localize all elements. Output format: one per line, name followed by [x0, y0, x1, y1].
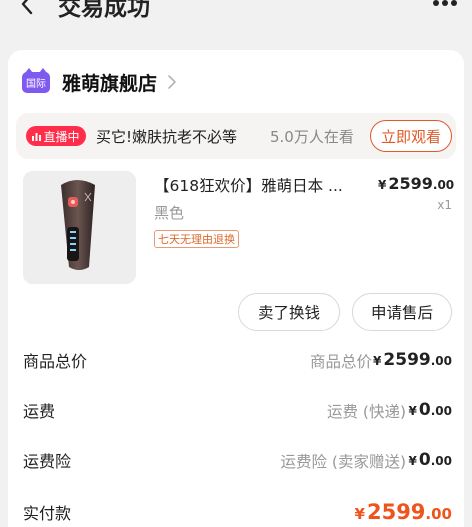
shipping-insurance-currency: ¥	[408, 454, 417, 468]
goods-total-sub: 商品总价	[309, 353, 372, 371]
page-title: 交易成功	[58, 0, 150, 21]
goods-total-currency: ¥	[373, 354, 382, 368]
paid-decimal: .00	[425, 505, 452, 523]
goods-total-decimal: .00	[430, 354, 452, 368]
shipping-insurance-sub: 运费险 (卖家赠送)	[280, 453, 406, 471]
paid-label: 实付款	[23, 504, 72, 523]
paid-row: 实付款 ¥2599.00	[8, 500, 464, 527]
watch-now-button[interactable]: 立即观看	[370, 120, 452, 152]
shipping-insurance-label: 运费险	[23, 452, 72, 471]
top-nav-bar: 交易成功	[0, 0, 472, 30]
paid-value: ¥2599.00	[355, 500, 452, 524]
shipping-label: 运费	[23, 402, 56, 421]
price-integer: 2599	[388, 174, 433, 193]
product-title[interactable]: 【618狂欢价】雅萌日本 ...	[154, 174, 374, 196]
shipping-integer: 0	[418, 400, 431, 420]
goods-total-label: 商品总价	[23, 352, 88, 371]
return-policy-tag: 七天无理由退换	[154, 230, 239, 248]
live-badge-label: 直播中	[43, 129, 80, 144]
live-viewers: 5.0万人在看	[270, 128, 354, 146]
product-image[interactable]	[23, 171, 136, 284]
international-badge: 国际	[22, 67, 50, 93]
goods-total-row: 商品总价 商品总价 ¥2599.00	[8, 348, 464, 378]
after-sale-button[interactable]: 申请售后	[352, 293, 452, 331]
live-title: 买它!嫩肤抗老不必等	[96, 128, 238, 146]
price-decimal: .00	[432, 178, 455, 192]
shop-name[interactable]: 雅萌旗舰店	[62, 69, 157, 96]
product-variant: 黑色	[154, 204, 185, 222]
goods-total-integer: 2599	[383, 350, 431, 370]
bar-chart-icon	[32, 132, 42, 141]
product-quantity: x1	[437, 198, 452, 212]
beauty-device-image	[23, 171, 136, 284]
shipping-row: 运费 运费 (快递) ¥0.00	[8, 398, 464, 428]
shipping-insurance-decimal: .00	[430, 454, 452, 468]
paid-currency: ¥	[354, 505, 365, 523]
back-icon[interactable]	[16, 0, 40, 16]
goods-total-value: ¥2599.00	[373, 350, 452, 370]
resell-button[interactable]: 卖了换钱	[238, 293, 340, 331]
price-currency: ¥	[378, 178, 387, 192]
shipping-insurance-value: ¥0.00	[409, 450, 452, 470]
live-badge: 直播中	[26, 126, 86, 146]
product-price: ¥2599.00	[378, 174, 454, 193]
shipping-decimal: .00	[430, 404, 452, 418]
paid-integer: 2599	[366, 500, 426, 524]
shop-header[interactable]: 国际 雅萌旗舰店	[22, 67, 177, 96]
shipping-value: ¥0.00	[409, 400, 452, 420]
more-dots-icon[interactable]	[432, 0, 458, 8]
shipping-currency: ¥	[408, 404, 417, 418]
shipping-sub: 运费 (快递)	[326, 403, 406, 421]
chevron-right-icon[interactable]	[167, 74, 177, 90]
shipping-insurance-integer: 0	[418, 450, 431, 470]
order-card: 国际 雅萌旗舰店 直播中 买它!嫩肤抗老不必等 5.0万人在看 立即观看 【61…	[8, 50, 464, 527]
live-stream-banner[interactable]: 直播中 买它!嫩肤抗老不必等 5.0万人在看 立即观看	[16, 113, 456, 159]
shipping-insurance-row: 运费险 运费险 (卖家赠送) ¥0.00	[8, 448, 464, 478]
